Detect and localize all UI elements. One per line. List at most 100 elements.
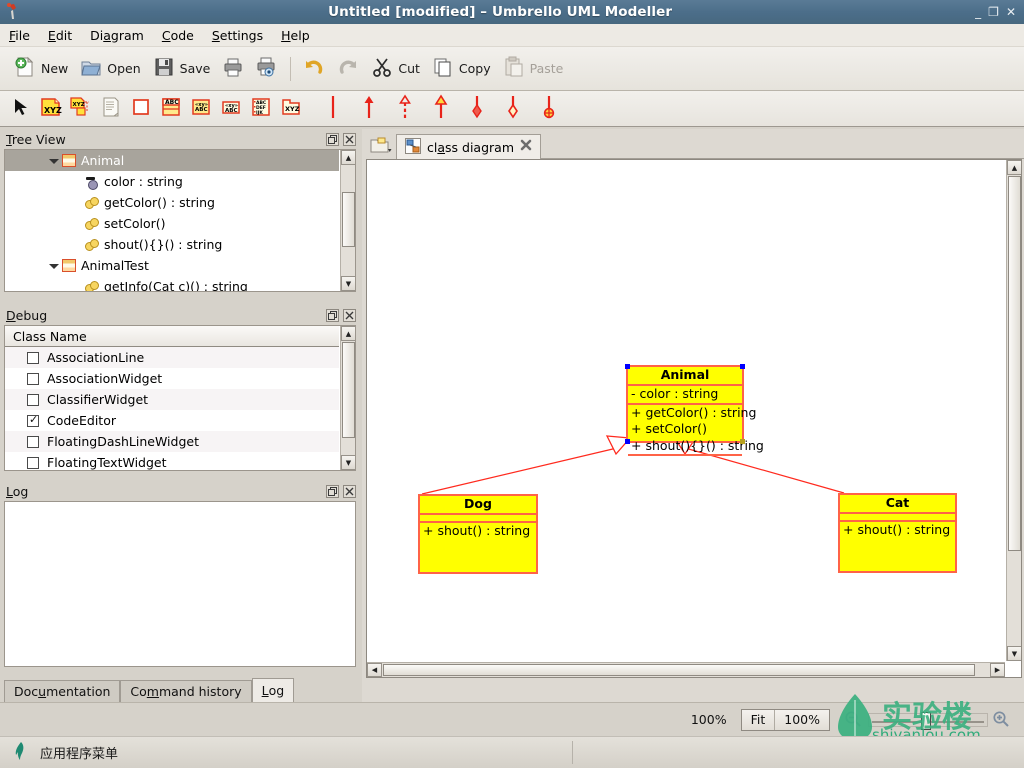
debug-float-button[interactable]	[326, 308, 339, 322]
print-preview-button[interactable]	[250, 53, 284, 84]
scroll-down-arrow[interactable]: ▼	[1007, 646, 1021, 661]
debug-checkbox[interactable]	[27, 435, 39, 448]
tree-item-getcolor-operation[interactable]: getColor() : string	[5, 192, 339, 213]
save-button[interactable]: Save	[147, 53, 217, 84]
new-diagram-button[interactable]	[366, 134, 396, 158]
resize-handle-sw[interactable]	[625, 439, 630, 444]
paste-button[interactable]: Paste	[497, 53, 570, 84]
canvas-horizontal-scrollbar[interactable]: ◀ ▶	[367, 662, 1005, 677]
resize-handle-ne[interactable]	[740, 364, 745, 369]
resize-handle-nw[interactable]	[625, 364, 630, 369]
log-close-button[interactable]	[343, 484, 356, 498]
tab-close-icon[interactable]	[520, 139, 532, 155]
scroll-thumb[interactable]	[342, 192, 355, 247]
zoom-in-magnifier-icon[interactable]	[992, 710, 1012, 730]
aggregation-tool-button[interactable]	[498, 94, 528, 124]
containment-tool-button[interactable]	[534, 94, 564, 124]
diagram-canvas[interactable]: Animal - color : string + getColor() : s…	[367, 160, 1005, 661]
fit-button[interactable]: Fit	[742, 710, 775, 730]
open-button[interactable]: Open	[74, 53, 146, 84]
menu-edit[interactable]: Edit	[39, 26, 81, 45]
generalization-tool-button[interactable]	[426, 94, 456, 124]
log-panel-body[interactable]	[4, 501, 356, 667]
dependency-tool-button[interactable]	[390, 94, 420, 124]
debug-checkbox[interactable]	[27, 372, 39, 385]
select-tool-button[interactable]	[6, 94, 36, 124]
tree-item-animaltest[interactable]: AnimalTest	[5, 255, 339, 276]
log-float-button[interactable]	[326, 484, 339, 498]
scroll-thumb[interactable]	[342, 342, 355, 438]
debug-close-button[interactable]	[343, 308, 356, 322]
zoom-slider[interactable]	[868, 711, 988, 730]
zoom-out-magnifier-icon[interactable]	[844, 710, 864, 730]
expand-arrow-icon[interactable]	[49, 156, 59, 166]
debug-list-item[interactable]: AssociationLine	[5, 347, 339, 368]
zoom-reset-button[interactable]: 100%	[775, 710, 829, 730]
debug-list-item[interactable]: ClassifierWidget	[5, 389, 339, 410]
uml-class-animal[interactable]: Animal - color : string + getColor() : s…	[625, 364, 764, 456]
diagram-tab-class-diagram[interactable]: class diagram	[396, 134, 542, 159]
new-button[interactable]: New	[8, 53, 74, 84]
application-menu-button[interactable]: 应用程序菜单	[0, 741, 118, 764]
menu-file[interactable]: FFileile	[0, 26, 39, 45]
scroll-left-arrow[interactable]: ◀	[367, 663, 382, 677]
enum-tool-button[interactable]: ABC DEF IJK	[246, 94, 276, 124]
debug-checkbox[interactable]	[27, 413, 39, 427]
tree-item-animal[interactable]: Animal	[5, 150, 339, 171]
zoom-slider-thumb[interactable]	[921, 711, 931, 730]
tree-view-list[interactable]: Animal color : string getColor() : strin…	[5, 150, 339, 291]
menu-help[interactable]: Help	[272, 26, 319, 45]
class-tool-button[interactable]: ABC	[156, 94, 186, 124]
dock-tab-documentation[interactable]: Doc u mentation	[4, 680, 121, 702]
tree-item-shout-operation[interactable]: shout(){}() : string	[5, 234, 339, 255]
debug-list-item[interactable]: FloatingTextWidget	[5, 452, 339, 470]
scroll-thumb[interactable]	[1008, 176, 1021, 551]
debug-scrollbar[interactable]: ▲ ▼	[340, 326, 355, 470]
text-tool-button[interactable]	[96, 94, 126, 124]
directed-association-tool-button[interactable]	[354, 94, 384, 124]
close-button[interactable]: ✕	[1006, 6, 1016, 18]
tree-view-close-button[interactable]	[343, 132, 356, 146]
debug-checkbox[interactable]	[27, 456, 39, 469]
uml-class-dog[interactable]: Dog + shout() : string	[418, 494, 538, 574]
resize-handle-se[interactable]	[740, 439, 745, 444]
canvas-vertical-scrollbar[interactable]: ▲ ▼	[1006, 160, 1021, 661]
redo-button[interactable]	[331, 53, 365, 84]
debug-list-item[interactable]: CodeEditor	[5, 410, 339, 431]
maximize-button[interactable]: ❐	[988, 6, 999, 18]
copy-button[interactable]: Copy	[426, 53, 497, 84]
tree-item-setcolor-operation[interactable]: setColor()	[5, 213, 339, 234]
debug-list-item[interactable]: AssociationWidget	[5, 368, 339, 389]
menu-settings[interactable]: Settings	[203, 26, 272, 45]
box-tool-button[interactable]	[126, 94, 156, 124]
menu-code[interactable]: Code	[153, 26, 203, 45]
expand-arrow-icon[interactable]	[49, 261, 59, 271]
tree-view-float-button[interactable]	[326, 132, 339, 146]
undo-button[interactable]	[297, 53, 331, 84]
note-tool-button[interactable]: XYZ	[36, 94, 66, 124]
anchor-tool-button[interactable]: XYZ	[66, 94, 96, 124]
scroll-down-arrow[interactable]: ▼	[341, 455, 355, 470]
menu-diagram[interactable]: Diagram	[81, 26, 153, 45]
debug-checkbox[interactable]	[27, 351, 39, 364]
datatype-tool-button[interactable]: «xy» ABC	[216, 94, 246, 124]
minimize-button[interactable]: _	[975, 6, 981, 18]
dock-tab-log[interactable]: Log	[251, 678, 295, 702]
scroll-down-arrow[interactable]: ▼	[341, 276, 355, 291]
print-button[interactable]	[216, 53, 250, 84]
scroll-up-arrow[interactable]: ▲	[341, 326, 355, 341]
tree-item-getinfo-operation[interactable]: getInfo(Cat c)() : string	[5, 276, 339, 291]
scroll-up-arrow[interactable]: ▲	[341, 150, 355, 165]
scroll-thumb[interactable]	[383, 664, 975, 676]
debug-list-item[interactable]: FloatingDashLineWidget	[5, 431, 339, 452]
scroll-up-arrow[interactable]: ▲	[1007, 160, 1021, 175]
association-tool-button[interactable]	[318, 94, 348, 124]
interface-tool-button[interactable]: «xy» ABC	[186, 94, 216, 124]
cut-button[interactable]: Cut	[365, 53, 426, 84]
tree-item-color-attribute[interactable]: color : string	[5, 171, 339, 192]
scroll-right-arrow[interactable]: ▶	[990, 663, 1005, 677]
composition-tool-button[interactable]	[462, 94, 492, 124]
debug-column-header[interactable]: Class Name	[5, 326, 339, 347]
debug-checkbox[interactable]	[27, 393, 39, 406]
package-tool-button[interactable]: XYZ	[276, 94, 306, 124]
